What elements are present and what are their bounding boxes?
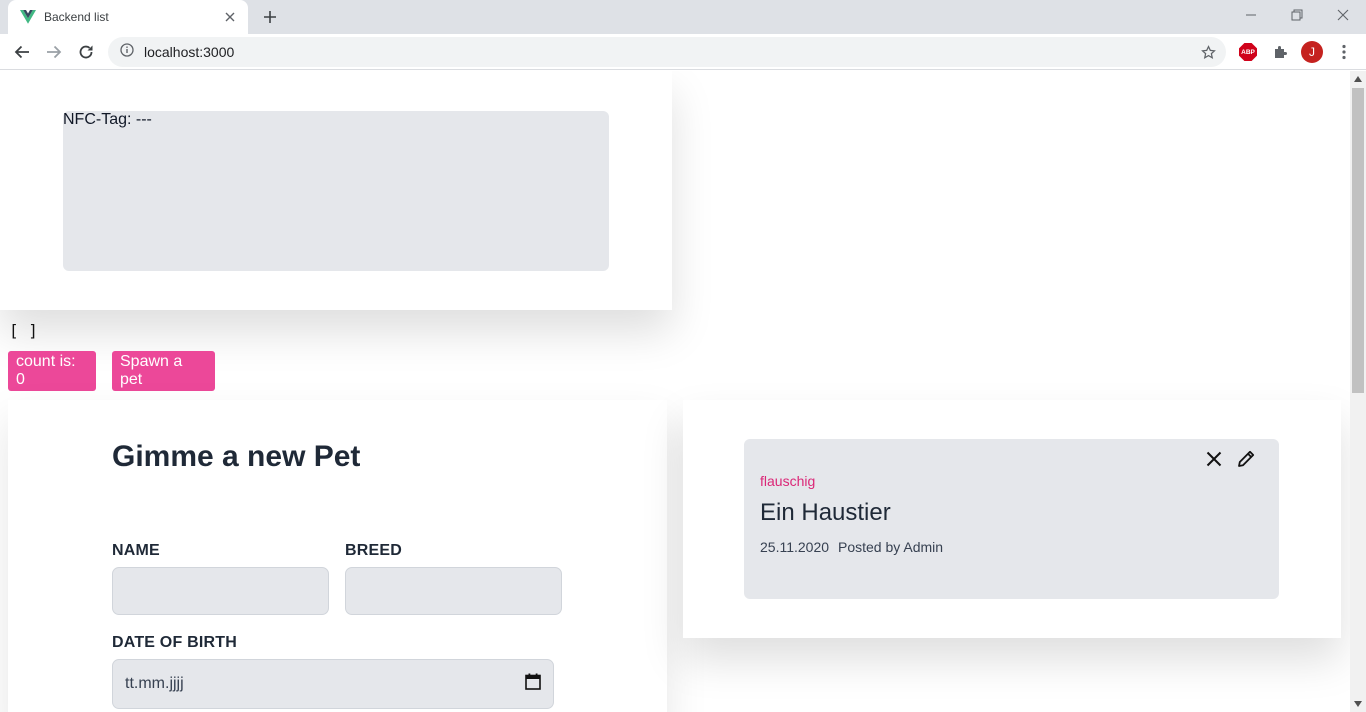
- close-tab-icon[interactable]: [222, 9, 238, 25]
- pet-list-item: flauschig Ein Haustier 25.11.2020 Posted…: [744, 439, 1279, 599]
- breed-input[interactable]: [345, 567, 562, 615]
- calendar-icon[interactable]: [525, 673, 541, 695]
- pet-tag[interactable]: flauschig: [760, 473, 815, 489]
- name-label: NAME: [112, 542, 160, 559]
- browser-tab[interactable]: Backend list: [8, 0, 248, 34]
- forward-arrow-icon[interactable]: [40, 38, 68, 66]
- adblock-extension-icon[interactable]: ABP: [1238, 42, 1258, 62]
- browser-toolbar: localhost:3000 ABP J: [0, 34, 1366, 70]
- form-title: Gimme a new Pet: [112, 440, 361, 473]
- dob-input[interactable]: tt.mm.jjjj: [112, 659, 554, 709]
- profile-avatar[interactable]: J: [1301, 41, 1323, 63]
- address-bar[interactable]: localhost:3000: [108, 37, 1226, 67]
- scroll-up-arrow-icon[interactable]: [1350, 71, 1366, 87]
- url-text: localhost:3000: [144, 44, 235, 60]
- info-icon[interactable]: [120, 42, 134, 62]
- minimize-icon[interactable]: [1228, 0, 1274, 30]
- pet-date: 25.11.2020: [760, 539, 830, 555]
- name-input[interactable]: [112, 567, 329, 615]
- nfc-card: NFC-Tag: ---: [0, 71, 672, 310]
- nfc-tag-label: NFC-Tag: ---: [63, 111, 152, 128]
- more-menu-icon[interactable]: [1334, 42, 1354, 62]
- spawn-pet-button[interactable]: Spawn a pet: [112, 351, 215, 391]
- restore-icon[interactable]: [1274, 0, 1320, 30]
- nfc-status-box: NFC-Tag: ---: [63, 111, 609, 271]
- reload-icon[interactable]: [72, 38, 100, 66]
- edit-pencil-icon[interactable]: [1234, 447, 1258, 471]
- page-scrollbar[interactable]: [1350, 71, 1366, 712]
- scrollbar-thumb[interactable]: [1352, 88, 1364, 393]
- page-viewport: NFC-Tag: --- [ ] count is: 0 Spawn a pet…: [0, 71, 1350, 712]
- avatar-initial: J: [1301, 41, 1323, 63]
- browser-tabstrip: Backend list: [0, 0, 1366, 34]
- back-arrow-icon[interactable]: [8, 38, 36, 66]
- pet-list-card: flauschig Ein Haustier 25.11.2020 Posted…: [683, 400, 1341, 638]
- new-pet-form-card: Gimme a new Pet NAME BREED DATE OF BIRTH…: [8, 400, 667, 712]
- close-window-icon[interactable]: [1320, 0, 1366, 30]
- vue-logo-icon: [20, 9, 36, 25]
- new-tab-icon[interactable]: [258, 5, 282, 29]
- pets-array-debug: [ ]: [9, 321, 38, 340]
- pet-posted-by: Posted by Admin: [838, 539, 944, 555]
- tab-title: Backend list: [44, 10, 109, 24]
- delete-icon[interactable]: [1202, 447, 1226, 471]
- breed-label: BREED: [345, 542, 403, 559]
- pet-name: Ein Haustier: [760, 499, 891, 526]
- extensions-puzzle-icon[interactable]: [1270, 42, 1290, 62]
- count-button[interactable]: count is: 0: [8, 351, 96, 391]
- dob-placeholder: tt.mm.jjjj: [125, 675, 184, 692]
- scroll-down-arrow-icon[interactable]: [1350, 696, 1366, 712]
- bookmark-star-icon[interactable]: [1200, 44, 1216, 60]
- dob-label: DATE OF BIRTH: [112, 634, 237, 651]
